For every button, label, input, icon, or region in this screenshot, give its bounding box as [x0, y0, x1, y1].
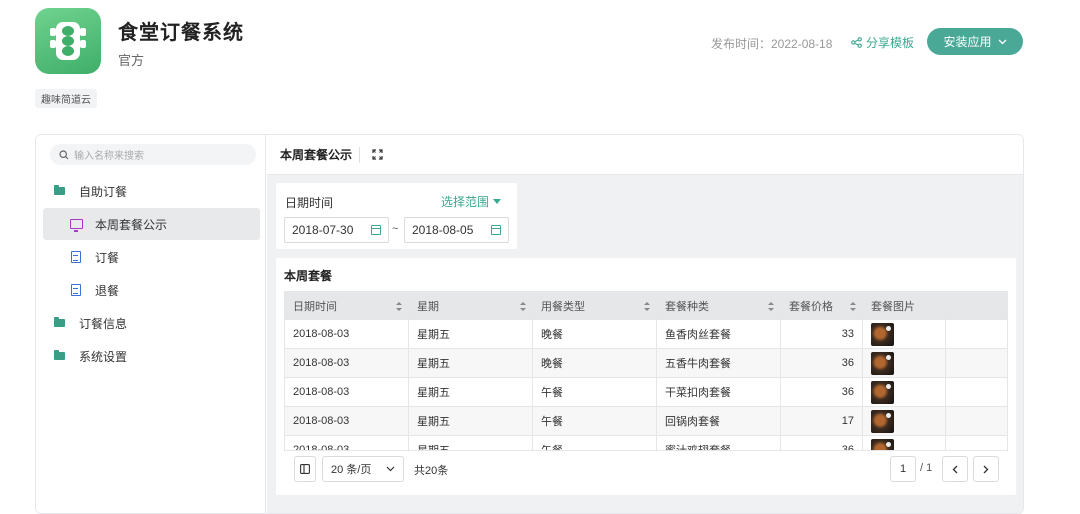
- sidebar-item-cancel-order[interactable]: 退餐: [43, 274, 260, 306]
- meal-thumbnail[interactable]: [871, 409, 894, 433]
- sort-icon: [396, 302, 402, 311]
- next-page-button[interactable]: [973, 456, 999, 482]
- install-app-button[interactable]: 安装应用: [927, 28, 1023, 55]
- sidebar-item-self-order[interactable]: 自助订餐: [43, 175, 260, 207]
- sidebar-item-order[interactable]: 订餐: [43, 241, 260, 273]
- calendar-icon: [371, 225, 381, 235]
- column-header[interactable]: 套餐种类: [657, 292, 781, 320]
- calendar-icon: [491, 225, 501, 235]
- column-header[interactable]: 日期时间: [285, 292, 409, 320]
- weekly-menu-table-card: 本周套餐 日期时间 星期 用餐类型 套餐种类 套餐价格 套餐图片 2018-08…: [276, 258, 1016, 495]
- traffic-light-icon: [56, 22, 80, 60]
- folder-icon: [54, 350, 65, 360]
- page-number-input[interactable]: 1: [890, 456, 916, 482]
- column-header: 套餐图片: [863, 292, 946, 320]
- install-label: 安装应用: [943, 35, 992, 49]
- table-row[interactable]: 2018-08-03 星期五 午餐 蜜汁鸡翅套餐 36: [285, 436, 1007, 450]
- page-count: / 1: [920, 462, 933, 474]
- sort-icon: [644, 302, 650, 311]
- table-header-row: 日期时间 星期 用餐类型 套餐种类 套餐价格 套餐图片: [285, 292, 1007, 320]
- date-filter: 日期时间 选择范围 2018-07-30 ~ 2018-08-05: [276, 183, 517, 249]
- folder-icon: [54, 185, 65, 195]
- meal-thumbnail[interactable]: [871, 380, 894, 404]
- end-date-value: 2018-08-05: [412, 223, 474, 237]
- app-logo: [35, 8, 101, 74]
- sidebar-item-label: 订餐: [95, 250, 120, 265]
- chevron-left-icon: [952, 465, 958, 473]
- table-row[interactable]: 2018-08-03 星期五 午餐 干菜扣肉套餐 36: [285, 378, 1007, 407]
- panel-icon: [300, 464, 310, 474]
- date-separator: ~: [392, 223, 399, 235]
- current-page: 1: [899, 463, 907, 475]
- start-date-input[interactable]: 2018-07-30: [284, 217, 389, 243]
- sidebar-item-weekly-menu[interactable]: 本周套餐公示: [43, 208, 260, 240]
- table-title: 本周套餐: [284, 269, 333, 283]
- folder-icon: [54, 317, 65, 327]
- column-header[interactable]: 套餐价格: [781, 292, 863, 320]
- page-header: 本周套餐公示: [267, 135, 1023, 175]
- document-icon: [71, 284, 81, 296]
- range-label: 选择范围: [440, 195, 489, 209]
- meal-thumbnail[interactable]: [871, 438, 894, 450]
- publisher-tag[interactable]: 趣味简道云: [35, 89, 97, 108]
- search-icon: [59, 149, 69, 159]
- table-row[interactable]: 2018-08-03 星期五 午餐 回锅肉套餐 17: [285, 407, 1007, 436]
- sidebar-item-settings[interactable]: 系统设置: [43, 340, 260, 372]
- filter-label: 日期时间: [285, 196, 334, 210]
- app-subtitle: 官方: [118, 53, 145, 68]
- page-size-select[interactable]: 20 条/页: [322, 456, 404, 482]
- search-placeholder: 输入名称来搜索: [74, 151, 144, 162]
- sidebar-item-label: 退餐: [95, 283, 120, 298]
- column-header[interactable]: 用餐类型: [533, 292, 657, 320]
- table-row[interactable]: 2018-08-03 星期五 晚餐 五香牛肉套餐 36: [285, 349, 1007, 378]
- publish-date: 发布时间：2022-08-18: [711, 37, 833, 51]
- page-size-value: 20 条/页: [331, 464, 372, 476]
- sidebar-item-label: 系统设置: [79, 349, 128, 364]
- start-date-value: 2018-07-30: [292, 223, 354, 237]
- meal-thumbnail[interactable]: [871, 351, 894, 375]
- sort-icon: [850, 302, 856, 311]
- sidebar-item-label: 自助订餐: [79, 184, 128, 199]
- sort-icon: [768, 302, 774, 311]
- pagination: 20 条/页 共20条 1 / 1: [284, 456, 1008, 488]
- monitor-icon: [70, 219, 83, 232]
- column-header[interactable]: 星期: [409, 292, 533, 320]
- app-frame: 输入名称来搜索 自助订餐 本周套餐公示 订餐 退餐 订餐信息 系统设置 本周套餐…: [35, 134, 1024, 514]
- main-content: 本周套餐公示 日期时间 选择范围 2018-07-30 ~ 2018-08-05: [267, 135, 1023, 513]
- range-selector[interactable]: 选择范围: [441, 193, 501, 210]
- table-row[interactable]: 2018-08-03 星期五 晚餐 鱼香肉丝套餐 33: [285, 320, 1007, 349]
- share-icon: [851, 37, 862, 48]
- end-date-input[interactable]: 2018-08-05: [404, 217, 509, 243]
- chevron-down-icon: [386, 466, 395, 472]
- chevron-down-icon: [998, 39, 1006, 44]
- page-title: 本周套餐公示: [280, 148, 353, 162]
- fullscreen-icon[interactable]: [372, 149, 383, 160]
- data-table: 日期时间 星期 用餐类型 套餐种类 套餐价格 套餐图片 2018-08-03 星…: [284, 291, 1008, 451]
- sidebar-item-label: 订餐信息: [79, 316, 128, 331]
- sort-icon: [520, 302, 526, 311]
- app-title: 食堂订餐系统: [118, 22, 244, 44]
- sidebar-item-label: 本周套餐公示: [95, 217, 168, 232]
- chevron-right-icon: [983, 465, 989, 473]
- document-icon: [71, 251, 81, 263]
- prev-page-button[interactable]: [942, 456, 968, 482]
- share-template-link[interactable]: 分享模板: [851, 34, 914, 51]
- search-input[interactable]: 输入名称来搜索: [50, 144, 256, 165]
- sidebar-item-order-info[interactable]: 订餐信息: [43, 307, 260, 339]
- column-toggle-button[interactable]: [294, 456, 316, 482]
- total-count: 共20条: [414, 465, 449, 477]
- caret-down-icon: [493, 199, 501, 204]
- share-label: 分享模板: [866, 36, 915, 50]
- sidebar: 输入名称来搜索 自助订餐 本周套餐公示 订餐 退餐 订餐信息 系统设置: [36, 135, 266, 513]
- meal-thumbnail[interactable]: [871, 322, 894, 346]
